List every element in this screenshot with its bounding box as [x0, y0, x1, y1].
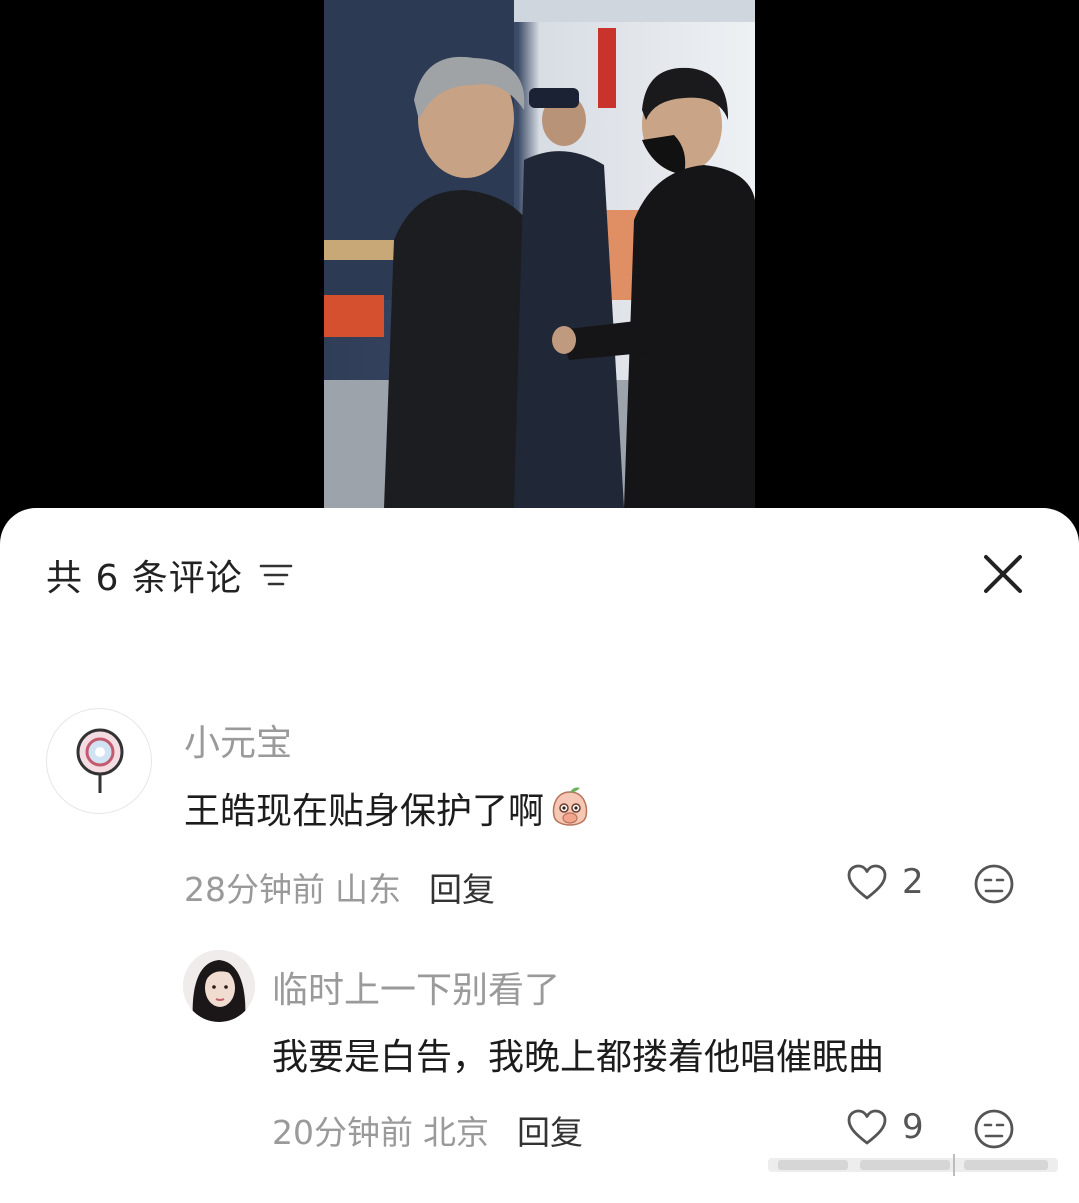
reply-location: 北京: [423, 1113, 489, 1152]
reply-button[interactable]: 回复: [429, 863, 495, 911]
like-count: 2: [902, 862, 924, 902]
avatar[interactable]: [183, 950, 255, 1022]
comments-sheet: 共 6 条评论 小元宝 王皓现在贴身保护了啊 28分钟前 山东 回复 2 临时上…: [0, 508, 1079, 1203]
reply-time: 20分钟前: [272, 1113, 413, 1152]
dislike-face-icon[interactable]: [973, 863, 1015, 905]
comment-username[interactable]: 小元宝: [184, 714, 292, 766]
like-button[interactable]: 9: [846, 1107, 924, 1147]
like-count: 9: [902, 1107, 924, 1147]
girl-portrait-avatar-icon: [183, 950, 255, 1022]
like-button[interactable]: 2: [846, 862, 924, 902]
video-thumbnail[interactable]: [324, 0, 755, 508]
comment-text: 王皓现在贴身保护了啊: [184, 791, 545, 832]
heart-icon: [847, 864, 887, 900]
avatar[interactable]: [46, 708, 152, 814]
comment-meta: 28分钟前 山东 回复: [184, 863, 495, 911]
comment-location: 山东: [335, 870, 401, 909]
reply-content: 我要是白告，我晚上都搂着他唱催眠曲: [272, 1028, 884, 1080]
reply-meta: 20分钟前 北京 回复: [272, 1106, 583, 1154]
comment-item: 小元宝 王皓现在贴身保护了啊 28分钟前 山东 回复 2: [0, 508, 1079, 928]
lollipop-avatar-icon: [76, 728, 124, 793]
heart-icon: [847, 1109, 887, 1145]
dislike-face-icon[interactable]: [973, 1108, 1015, 1150]
video-scene-illustration: [324, 0, 755, 508]
video-area[interactable]: [0, 0, 1079, 540]
comment-time: 28分钟前: [184, 870, 325, 909]
reply-username[interactable]: 临时上一下别看了: [272, 961, 560, 1013]
watermark-icon: [768, 1154, 1058, 1176]
peach-cover-mouth-emoji-icon: [552, 787, 588, 826]
comment-content: 王皓现在贴身保护了啊: [184, 782, 594, 834]
reply-text: 我要是白告，我晚上都搂着他唱催眠曲: [272, 1037, 885, 1078]
reply-button[interactable]: 回复: [517, 1106, 583, 1154]
